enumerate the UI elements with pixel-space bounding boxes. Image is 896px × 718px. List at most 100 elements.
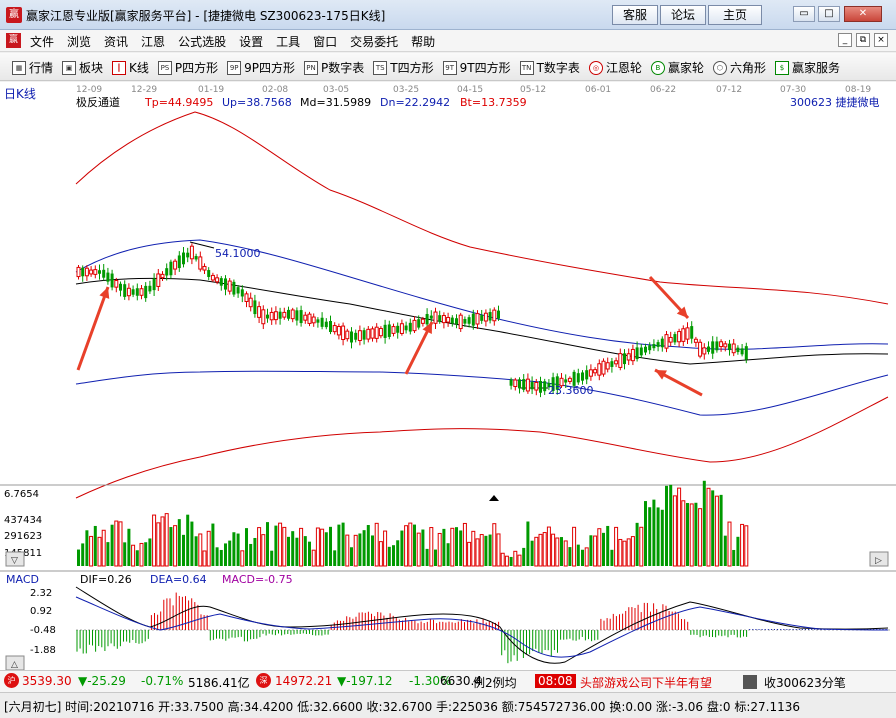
volume-bar-down <box>135 550 139 566</box>
macd-dea: DEA=0.64 <box>150 573 207 586</box>
candle-up <box>630 348 635 362</box>
date-tick: 03-25 <box>393 85 419 95</box>
volume-bar-down <box>736 536 740 566</box>
volume-bar-up <box>672 495 677 567</box>
volume-bar-up <box>630 536 635 567</box>
volume-bar-up <box>131 544 136 567</box>
candle-down <box>362 330 366 340</box>
volume-bar-up <box>240 550 245 567</box>
mdi-close-icon[interactable]: × <box>874 33 888 47</box>
minimize-icon[interactable]: ▭ <box>793 6 815 22</box>
candle-down <box>455 318 458 325</box>
toolbar-hexagon-button[interactable]: ⬡ 六角形 <box>712 59 766 76</box>
toolbar-t-table-button[interactable]: TN T数字表 <box>519 59 580 76</box>
candle-down <box>652 344 656 349</box>
volume-bar-down <box>228 540 232 566</box>
menu-info[interactable]: 资讯 <box>104 33 128 50</box>
volume-bar-down <box>93 525 97 566</box>
volume-bar-down <box>446 543 450 566</box>
maximize-icon[interactable]: □ <box>818 6 840 22</box>
stat-dn: Dn=22.2942 <box>380 96 450 109</box>
toolbar-p-square-button[interactable]: PS P四方形 <box>157 59 218 76</box>
candlesticks <box>76 243 748 398</box>
volume-bar-up <box>345 534 350 567</box>
mdi-minimize-icon[interactable]: _ <box>838 33 852 47</box>
volume-bar-up <box>546 526 551 567</box>
menu-trade[interactable]: 交易委托 <box>350 33 398 50</box>
volume-bar-down <box>589 535 593 566</box>
arrow-1 <box>76 286 110 371</box>
menu-settings[interactable]: 设置 <box>239 33 263 50</box>
volume-bar-up <box>139 542 144 567</box>
toolbar-winner-wheel-button[interactable]: B 赢家轮 <box>650 59 704 76</box>
hexagon-icon: ⬡ <box>712 60 727 75</box>
toolbar-9t-square-button[interactable]: 9T 9T四方形 <box>442 59 511 76</box>
volume-bar-up <box>101 529 106 567</box>
menu-window[interactable]: 窗口 <box>313 33 337 50</box>
volume-bar-up <box>202 550 207 567</box>
index1-pct: -0.71% <box>141 674 184 688</box>
toolbar-gann-wheel-button[interactable]: ◎ 江恩轮 <box>588 59 642 76</box>
toolbar-label: K线 <box>129 61 149 75</box>
toolbar-block-button[interactable]: ▣ 板块 <box>62 59 103 76</box>
volume-bar-down <box>413 524 416 566</box>
panel-icon[interactable] <box>743 674 757 689</box>
volume-bar-down <box>442 528 446 566</box>
menu-file[interactable]: 文件 <box>30 33 54 50</box>
candle-up <box>114 280 119 288</box>
volume-bar-down <box>648 507 652 566</box>
macd-value: MACD=-0.75 <box>222 573 293 586</box>
volume-bar-down <box>686 502 689 566</box>
candle-up <box>412 319 417 332</box>
macd-tick-4: -1.88 <box>30 645 56 656</box>
volume-bar-up <box>156 522 161 567</box>
volume-bar-up <box>504 555 509 567</box>
volume-bar-down <box>702 480 706 566</box>
menu-tools[interactable]: 工具 <box>276 33 300 50</box>
volume-bar-down <box>606 525 610 566</box>
news-headline[interactable]: 头部游戏公司下半年有望 <box>580 674 712 691</box>
index2-value: 14972.21 <box>275 674 333 688</box>
volume-bar-down <box>732 549 736 566</box>
customer-service-button[interactable]: 客服 <box>612 5 658 25</box>
candle-up <box>702 347 707 355</box>
kline-chart[interactable]: 日K线 300623 捷捷微电 极反通道 Tp=44.9495 Up=38.75… <box>0 82 896 672</box>
candle-down <box>673 334 677 343</box>
candle-down <box>740 348 744 355</box>
volume-bar-down <box>387 546 391 566</box>
toolbar-p-table-button[interactable]: PN P数字表 <box>304 59 364 76</box>
volume-bar-down <box>308 541 311 566</box>
volume-label-1: 437434 <box>4 515 42 526</box>
volume-bar-up <box>593 535 598 567</box>
tick-detail-label[interactable]: 收300623分笔 <box>764 674 846 691</box>
toolbar-dollar-button[interactable]: $ 赢家服务 <box>774 59 840 76</box>
macd-series <box>75 586 889 664</box>
volume-bar-up <box>429 527 434 567</box>
volume-bar-down <box>719 494 723 566</box>
toolbar-9p-square-button[interactable]: 9P 9P四方形 <box>227 59 295 76</box>
candle-down <box>329 320 332 333</box>
candle-down <box>736 347 740 353</box>
forum-button[interactable]: 论坛 <box>660 5 706 25</box>
home-button[interactable]: 主页 <box>708 5 762 25</box>
menu-browse[interactable]: 浏览 <box>67 33 91 50</box>
menu-gann[interactable]: 江恩 <box>141 33 165 50</box>
volume-bar-down <box>324 532 328 566</box>
menu-help[interactable]: 帮助 <box>411 33 435 50</box>
toolbar-t-square-button[interactable]: TS T四方形 <box>373 59 434 76</box>
lower-channel-line <box>75 370 889 416</box>
close-icon[interactable]: ✕ <box>844 6 882 22</box>
volume-bar-up <box>164 513 169 567</box>
volume-bar-down <box>660 509 664 566</box>
toolbar-grid-button[interactable]: ▦ 行情 <box>12 59 53 76</box>
candle-up <box>84 267 89 277</box>
candle-down <box>425 314 429 325</box>
app-logo-icon: 赢 <box>6 7 22 23</box>
menu-formula[interactable]: 公式选股 <box>178 33 226 50</box>
volume-bar-up <box>152 514 157 567</box>
volume-bar-down <box>295 537 299 566</box>
mdi-restore-icon[interactable]: ⧉ <box>856 33 870 47</box>
candle-up <box>693 338 698 343</box>
candle-down <box>148 285 152 292</box>
toolbar-kline-button[interactable]: ┃ K线 <box>112 59 149 76</box>
